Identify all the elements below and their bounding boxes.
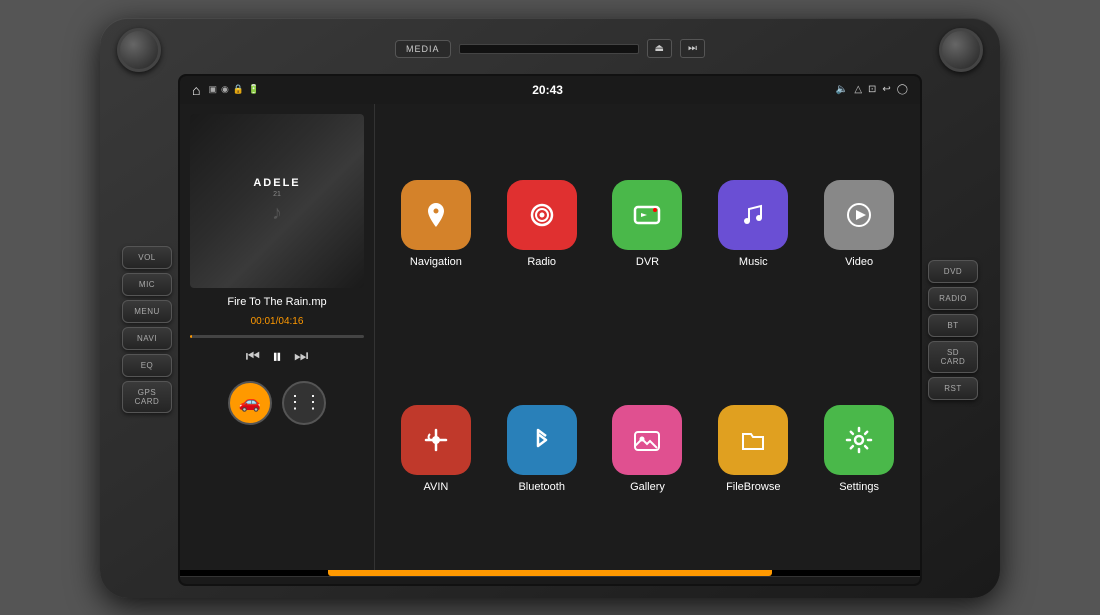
total-time: 04:16 xyxy=(278,316,303,327)
next-track-button[interactable]: ⏭ xyxy=(294,348,308,366)
sd-card-button[interactable]: SDCARD xyxy=(928,341,978,373)
app-label-bluetooth: Bluetooth xyxy=(518,481,564,493)
menu-widget[interactable]: ⋮⋮ xyxy=(282,381,326,425)
indicator-2: ◉ xyxy=(221,84,229,95)
indicator-3: 🔒 xyxy=(233,84,244,95)
app-icon-navigation xyxy=(401,180,471,250)
app-label-navigation: Navigation xyxy=(410,256,462,268)
app-gallery[interactable]: Gallery xyxy=(599,405,697,493)
status-right: 🔈 △ ⊡ ↩ ◯ xyxy=(836,84,908,95)
back-icon: ↩ xyxy=(882,84,890,95)
progress-bar[interactable] xyxy=(190,335,364,338)
play-pause-button[interactable]: ⏸ xyxy=(272,346,282,369)
album-art: ADELE 21 ♪ xyxy=(190,114,364,288)
album-art-inner: ADELE 21 ♪ xyxy=(190,114,364,288)
app-label-gallery: Gallery xyxy=(630,481,665,493)
app-icon-bluetooth xyxy=(507,405,577,475)
next-button[interactable]: ⏭ xyxy=(680,39,705,58)
app-label-radio: Radio xyxy=(527,256,556,268)
app-radio[interactable]: Radio xyxy=(493,180,591,268)
home-icon[interactable]: ⌂ xyxy=(192,82,200,98)
bt-button[interactable]: BT xyxy=(928,314,978,337)
app-label-filebrowser: FileBrowse xyxy=(726,481,780,493)
app-icon-radio xyxy=(507,180,577,250)
prev-button[interactable]: ⏮ xyxy=(246,348,260,366)
status-bar: ⌂ ▣ ◉ 🔒 🔋 20:43 🔈 △ ⊡ ↩ ◯ xyxy=(180,76,920,104)
current-time: 00:01 xyxy=(251,316,276,327)
app-label-avin: AVIN xyxy=(423,481,448,493)
app-icon-settings xyxy=(824,405,894,475)
song-title: Fire To The Rain.mp xyxy=(190,296,364,308)
vol-button[interactable]: VOL xyxy=(122,246,172,269)
app-label-video: Video xyxy=(845,256,873,268)
right-side-buttons: DVD RADIO BT SDCARD RST xyxy=(922,74,984,586)
main-section: VOL MIC MENU NAVI EQ GPSCARD ⌂ ▣ ◉ 🔒 🔋 xyxy=(112,74,988,586)
song-time: 00:01/04:16 xyxy=(190,316,364,327)
app-navigation[interactable]: Navigation xyxy=(387,180,485,268)
screen-content: ADELE 21 ♪ Fire To The Rain.mp 00:01/04:… xyxy=(180,104,920,570)
screen-bottom-bar xyxy=(180,576,920,584)
dvd-button[interactable]: DVD xyxy=(928,260,978,283)
bottom-widgets: 🚗 ⋮⋮ xyxy=(190,381,364,425)
app-filebrowser[interactable]: FileBrowse xyxy=(704,405,802,493)
app-avin[interactable]: AVIN xyxy=(387,405,485,493)
playback-controls: ⏮ ⏸ ⏭ xyxy=(190,346,364,369)
triangle-icon: △ xyxy=(854,84,862,95)
app-icon-avin xyxy=(401,405,471,475)
app-icon-music xyxy=(718,180,788,250)
app-bluetooth[interactable]: Bluetooth xyxy=(493,405,591,493)
top-center: MEDIA ⏏ ⏭ xyxy=(232,39,868,58)
status-left: ⌂ ▣ ◉ 🔒 🔋 xyxy=(192,82,259,98)
app-icon-dvr xyxy=(612,180,682,250)
app-dvr[interactable]: DVR xyxy=(599,180,697,268)
top-strip: MEDIA ⏏ ⏭ xyxy=(112,30,988,68)
app-video[interactable]: Video xyxy=(810,180,908,268)
app-settings[interactable]: Settings xyxy=(810,405,908,493)
screen-icon: ⊡ xyxy=(868,84,876,95)
menu-button[interactable]: MENU xyxy=(122,300,172,323)
indicator-4: 🔋 xyxy=(248,84,259,95)
volume-icon: 🔈 xyxy=(836,84,848,95)
album-name: 21 xyxy=(273,191,281,198)
eq-button[interactable]: EQ xyxy=(122,354,172,377)
status-time: 20:43 xyxy=(532,83,563,97)
app-grid: Navigation Radio DVR Music Video AVIN Bluetoot… xyxy=(375,104,920,570)
app-label-music: Music xyxy=(739,256,768,268)
radio-button[interactable]: RADIO xyxy=(928,287,978,310)
gps-card-button[interactable]: GPSCARD xyxy=(122,381,172,413)
eject-button[interactable]: ⏏ xyxy=(647,39,672,58)
screen: ⌂ ▣ ◉ 🔒 🔋 20:43 🔈 △ ⊡ ↩ ◯ xyxy=(178,74,922,586)
indicator-1: ▣ xyxy=(208,84,217,95)
vol-knob[interactable] xyxy=(117,28,161,72)
app-icon-video xyxy=(824,180,894,250)
music-panel: ADELE 21 ♪ Fire To The Rain.mp 00:01/04:… xyxy=(180,104,375,570)
rst-button[interactable]: RST xyxy=(928,377,978,400)
artist-name: ADELE xyxy=(253,177,300,189)
android-icon: ◯ xyxy=(897,84,908,95)
progress-fill xyxy=(190,335,192,338)
media-button[interactable]: MEDIA xyxy=(395,40,451,58)
head-unit: MEDIA ⏏ ⏭ VOL MIC MENU NAVI EQ GPSCARD ⌂ xyxy=(100,18,1000,598)
car-widget[interactable]: 🚗 xyxy=(228,381,272,425)
app-music[interactable]: Music xyxy=(704,180,802,268)
album-icon: ♪ xyxy=(272,202,282,225)
app-label-settings: Settings xyxy=(839,481,879,493)
left-side-buttons: VOL MIC MENU NAVI EQ GPSCARD xyxy=(116,74,178,586)
tune-knob[interactable] xyxy=(939,28,983,72)
cd-slot xyxy=(459,44,639,54)
navi-button[interactable]: NAVI xyxy=(122,327,172,350)
app-icon-filebrowser xyxy=(718,405,788,475)
status-indicators: ▣ ◉ 🔒 🔋 xyxy=(208,84,259,95)
app-label-dvr: DVR xyxy=(636,256,659,268)
app-icon-gallery xyxy=(612,405,682,475)
mic-button[interactable]: MIC xyxy=(122,273,172,296)
